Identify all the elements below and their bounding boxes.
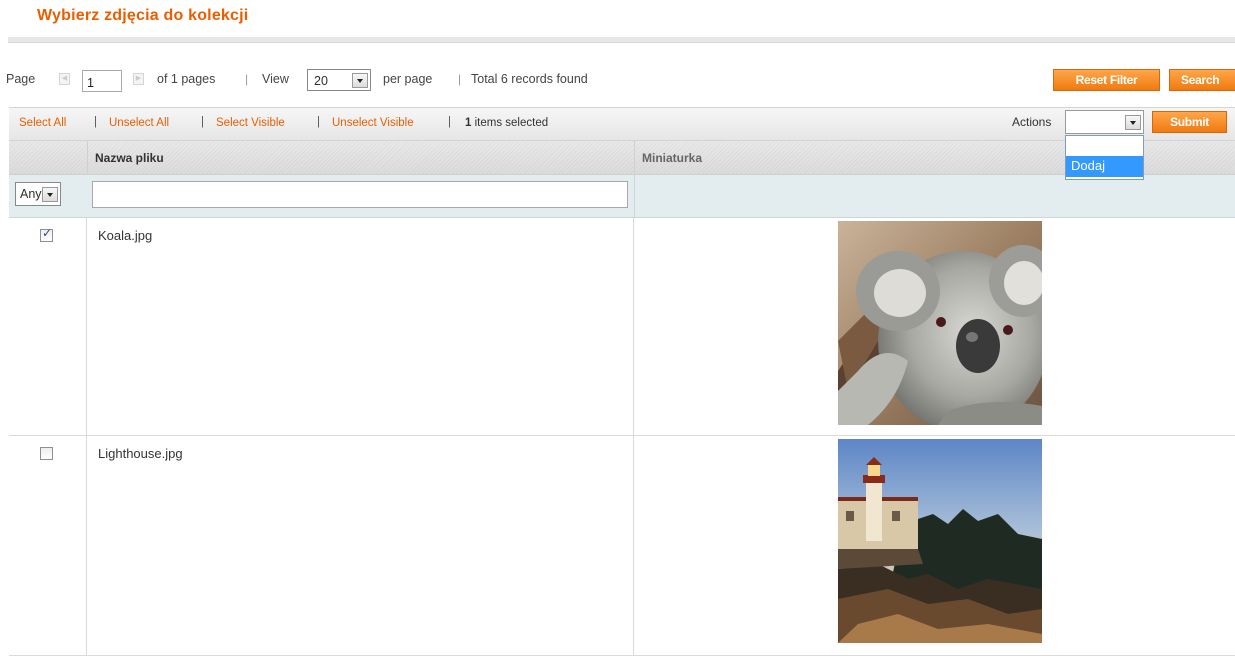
per-page-select[interactable]: 20 [307,69,371,91]
per-page-value: 20 [314,74,328,88]
unselect-all-link[interactable]: Unselect All [109,117,169,129]
actions-option-dodaj[interactable]: Dodaj [1066,156,1143,177]
page-number-input[interactable] [82,70,122,92]
select-visible-link[interactable]: Select Visible [216,117,285,129]
column-header-thumbnail: Miniaturka [642,151,703,165]
of-pages-text: of 1 pages [157,72,216,86]
checkbox-filter-select[interactable]: Any [15,182,61,206]
filename: Lighthouse.jpg [98,446,183,461]
separator: | [245,72,249,86]
row-checkbox-cell: ✓ [9,218,87,435]
page-label: Page [6,72,36,86]
next-page-button[interactable]: ▶ [133,73,144,85]
select-all-link[interactable]: Select All [19,117,66,129]
page-title: Wybierz zdjęcia do kolekcji [37,7,249,24]
row-checkbox[interactable]: ✓ [40,226,53,242]
actions-option-empty[interactable] [1066,136,1143,156]
prev-page-button[interactable]: ◀ [59,73,70,85]
pager: Page ◀ ▶ of 1 pages | View 20 per page |… [0,68,1235,92]
reset-filter-button[interactable]: Reset Filter [1053,69,1160,91]
total-records-text: Total 6 records found [471,72,588,86]
checkbox-filter-value: Any [20,187,42,201]
filter-row: Any [9,175,1235,218]
column-divider [87,141,88,175]
filename: Koala.jpg [98,228,153,243]
filename-cell: Koala.jpg [87,218,634,435]
submit-button[interactable]: Submit [1152,111,1227,133]
lighthouse-thumbnail [838,439,1042,643]
view-label: View [262,72,289,86]
actions-label: Actions [1012,115,1052,129]
filename-filter-input[interactable] [92,181,628,208]
actions-dropdown-list: Dodaj [1065,135,1144,180]
separator: | [317,116,320,128]
column-header-filename[interactable]: Nazwa pliku [95,151,164,165]
filename-cell: Lighthouse.jpg [87,436,634,655]
table-row: Lighthouse.jpg [9,436,1235,656]
selected-suffix: items selected [471,117,549,129]
actions-select[interactable] [1065,110,1144,134]
per-page-label: per page [383,72,433,86]
table-row: ✓ Koala.jpg [9,218,1235,436]
chevron-down-icon[interactable] [352,73,368,88]
checkmark-icon: ✓ [42,226,53,240]
unselect-visible-link[interactable]: Unselect Visible [332,117,414,129]
separator: | [201,116,204,128]
separator: | [448,116,451,128]
separator: | [94,116,97,128]
grid-header: Nazwa pliku Miniaturka [9,141,1235,175]
row-checkbox-cell [9,436,87,655]
search-button[interactable]: Search [1169,69,1235,91]
selected-count-text: 1 items selected [465,117,548,129]
chevron-down-icon[interactable] [1125,115,1141,130]
chevron-down-icon[interactable] [42,187,58,202]
column-divider [634,175,635,217]
row-checkbox[interactable] [40,447,53,460]
title-divider [8,37,1235,43]
separator: | [458,72,462,86]
column-divider [634,141,635,175]
koala-thumbnail [838,221,1042,425]
